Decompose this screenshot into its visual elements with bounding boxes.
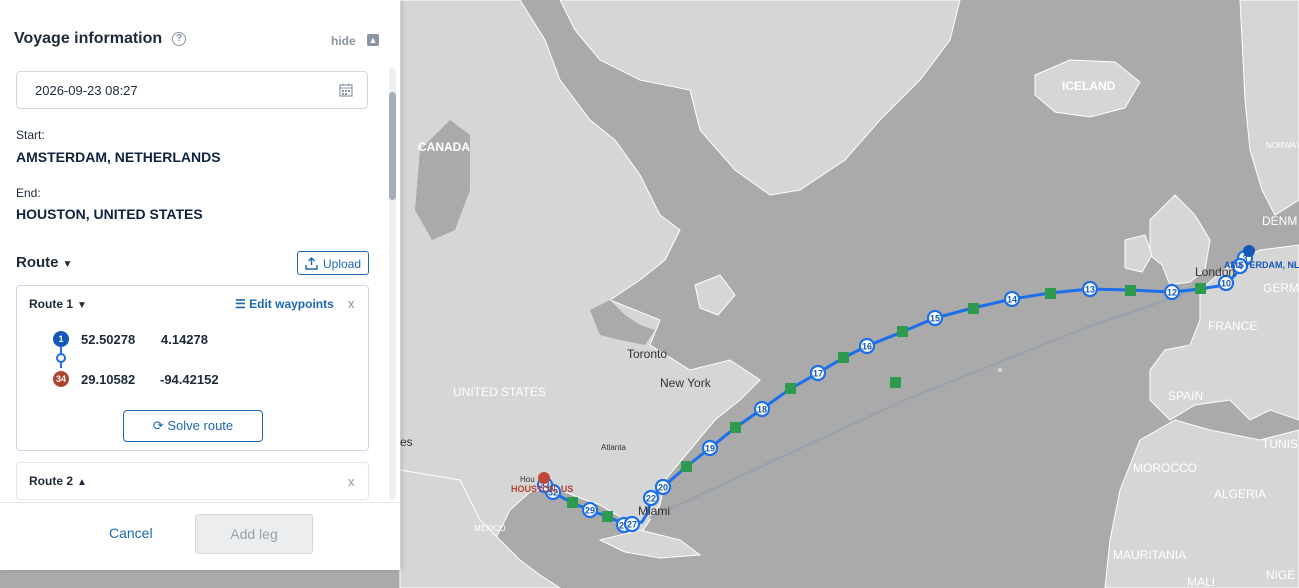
label-toronto: Toronto [627, 347, 667, 361]
end-label: End: [16, 186, 41, 200]
waypoint-number: 12 [1167, 288, 1177, 298]
waypoint-34-lon[interactable]: -94.42152 [160, 372, 219, 387]
waypoint-badge-end[interactable]: 34 [53, 371, 69, 387]
label-germany: GERM [1263, 281, 1299, 295]
route-1-toggle[interactable]: Route 1 ▼ [29, 297, 87, 311]
start-value: AMSTERDAM, NETHERLANDS [16, 149, 221, 165]
caret-down-icon: ▼ [77, 300, 87, 311]
start-label: Start: [16, 128, 45, 142]
waypoint-number: 16 [862, 342, 872, 352]
chevron-up-icon[interactable]: ▲ [367, 34, 379, 46]
upload-icon [305, 257, 318, 270]
label-miami: Miami [638, 504, 670, 518]
marker-icon [1195, 283, 1206, 294]
marker-icon [968, 303, 979, 314]
calendar-icon[interactable] [339, 83, 353, 97]
marker-icon [567, 497, 578, 508]
waypoint-number: 15 [930, 314, 940, 324]
scrollbar-thumb[interactable] [389, 92, 396, 200]
route-2-toggle[interactable]: Route 2 ▲ [29, 474, 87, 488]
origin-pin [1243, 245, 1255, 257]
route-name: Route 1 [29, 297, 74, 311]
label-morocco: MOROCCO [1133, 461, 1197, 475]
label-houston-city: Hou [520, 475, 535, 484]
cancel-button[interactable]: Cancel [109, 525, 153, 541]
waypoint-number: 17 [813, 369, 823, 379]
label-norway: NORWAY [1266, 141, 1299, 150]
marker-icon [730, 422, 741, 433]
label-niger: NIGE [1266, 568, 1295, 582]
waypoint-number: 19 [705, 444, 715, 454]
date-value: 2026-09-23 08:27 [35, 83, 138, 98]
waypoint-number: 20 [658, 483, 668, 493]
help-icon[interactable]: ? [172, 32, 186, 46]
marker-icon [1125, 285, 1136, 296]
voyage-panel: Voyage information ? hide ▲ 2026-09-23 0… [0, 0, 400, 570]
label-mali: MALI [1187, 575, 1215, 588]
solve-route-label: Solve route [167, 418, 234, 433]
refresh-icon: ⟳ [152, 418, 164, 433]
marker-icon [890, 377, 901, 388]
label-iceland: ICELAND [1062, 79, 1116, 93]
add-leg-button[interactable]: Add leg [195, 514, 313, 554]
waypoint-number: 27 [627, 520, 637, 530]
marker-icon [1045, 288, 1056, 299]
waypoint-1-lat[interactable]: 52.50278 [81, 332, 135, 347]
edit-waypoints-label: Edit waypoints [249, 297, 334, 311]
label-algeria: ALGERIA [1214, 487, 1266, 501]
upload-label: Upload [323, 257, 362, 271]
label-spain: SPAIN [1168, 389, 1203, 403]
add-waypoint-handle[interactable] [56, 353, 66, 363]
label-mexico: MEXICO [474, 524, 506, 533]
departure-date-input[interactable]: 2026-09-23 08:27 [16, 71, 368, 109]
label-denmark: DENM [1262, 214, 1297, 228]
azores-island [998, 368, 1002, 372]
destination-pin [538, 472, 550, 484]
solve-route-button[interactable]: ⟳ Solve route [123, 410, 263, 442]
label-mauritania: MAURITANIA [1113, 548, 1186, 562]
end-value: HOUSTON, UNITED STATES [16, 206, 203, 222]
close-route-2-icon[interactable]: x [348, 474, 355, 489]
waypoint-number: 13 [1085, 285, 1095, 295]
label-france: FRANCE [1208, 319, 1257, 333]
marker-icon [681, 461, 692, 472]
label-tunisia: TUNIS [1262, 437, 1298, 451]
marker-icon [602, 511, 613, 522]
caret-down-icon: ▼ [62, 259, 73, 270]
close-route-1-icon[interactable]: x [348, 296, 355, 311]
panel-title: Voyage information [14, 30, 163, 47]
label-es: es [400, 435, 413, 449]
list-icon: ☰ [235, 297, 246, 311]
edit-waypoints-button[interactable]: ☰ Edit waypoints [235, 297, 334, 311]
route-name: Route 2 [29, 474, 74, 488]
waypoint-number: 18 [757, 405, 767, 415]
upload-button[interactable]: Upload [297, 251, 369, 275]
marker-icon [785, 383, 796, 394]
waypoint-number: 10 [1221, 279, 1231, 289]
waypoint-34-lat[interactable]: 29.10582 [81, 372, 135, 387]
label-houston: HOUSTON, US [511, 484, 573, 494]
route-card: Route 1 ▼ ☰ Edit waypoints x 1 34 52.5027… [16, 285, 369, 451]
caret-up-icon: ▲ [77, 477, 87, 488]
waypoint-number: 14 [1007, 295, 1017, 305]
panel-footer: Cancel Add leg [0, 502, 400, 571]
label-atlanta: Atlanta [601, 443, 626, 452]
waypoint-1-lon[interactable]: 4.14278 [161, 332, 208, 347]
marker-icon [838, 352, 849, 363]
label-amsterdam: AMSTERDAM, NL [1224, 260, 1299, 270]
marker-icon [897, 326, 908, 337]
label-canada: CANADA [418, 140, 470, 154]
route-heading: Route [16, 254, 59, 271]
label-united-states: UNITED STATES [453, 385, 546, 399]
label-london: London [1195, 265, 1235, 279]
route-dropdown[interactable]: Route ▼ [16, 254, 72, 271]
waypoint-number: 22 [646, 494, 656, 504]
waypoint-badge-start[interactable]: 1 [53, 331, 69, 347]
label-new-york: New York [660, 376, 712, 390]
waypoint-number: 29 [585, 506, 595, 516]
hide-button[interactable]: hide [331, 34, 356, 48]
route-card: Route 2 ▲ x [16, 462, 369, 500]
